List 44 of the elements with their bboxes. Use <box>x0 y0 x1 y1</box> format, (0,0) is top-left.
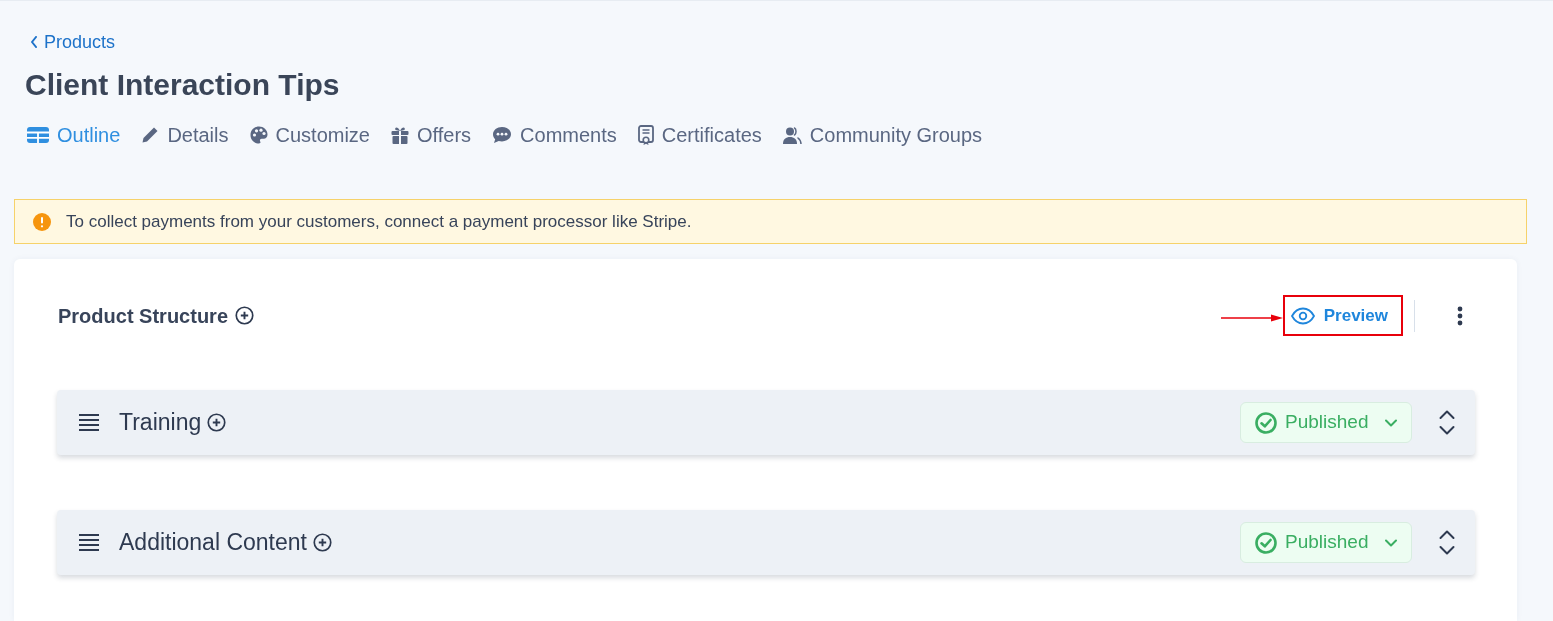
table-icon <box>27 127 49 143</box>
chevron-left-icon <box>30 36 38 48</box>
tab[interactable]: Outline <box>25 121 121 149</box>
preview-button[interactable]: Preview <box>1282 295 1403 336</box>
plus-circle-icon <box>207 413 227 432</box>
annotation-arrow <box>1220 313 1283 322</box>
more-vertical-icon <box>1457 305 1463 326</box>
tab[interactable]: Certificates <box>635 121 762 149</box>
users-icon <box>782 126 802 144</box>
drag-handle-icon <box>79 534 99 551</box>
chevron-down-icon <box>1385 538 1397 547</box>
add-button[interactable] <box>312 533 332 552</box>
check-circle-icon <box>1255 411 1277 434</box>
add-button[interactable] <box>207 413 227 432</box>
back-link[interactable]: Products <box>25 31 116 53</box>
section-title: Additional Content <box>119 528 307 558</box>
add-button[interactable] <box>235 306 255 325</box>
expand-collapse-button[interactable] <box>1439 530 1455 555</box>
tab[interactable]: Comments <box>490 121 617 149</box>
plus-circle-icon <box>235 306 255 325</box>
plus-circle-icon <box>312 533 332 552</box>
expand-collapse-button[interactable] <box>1439 410 1455 435</box>
eye-icon <box>1290 306 1315 325</box>
tab[interactable]: Community Groups <box>780 121 983 149</box>
drag-handle-icon <box>79 414 99 431</box>
tab[interactable]: Details <box>139 121 229 149</box>
palette-icon <box>249 126 268 144</box>
chat-bubble-icon <box>492 126 513 144</box>
warning-icon <box>33 212 51 231</box>
tab[interactable]: Offers <box>389 121 472 149</box>
section-title: Training <box>119 408 202 438</box>
status-dropdown[interactable]: Published <box>1240 522 1412 563</box>
chevron-down-icon <box>1385 418 1397 427</box>
certificate-icon <box>637 125 654 145</box>
section-heading: Product Structure <box>58 303 229 329</box>
warning-text: To collect payments from your customers, connect a payment processor like Stripe. <box>66 210 692 233</box>
chevron-up-down-icon <box>1439 530 1455 555</box>
page-title: Client Interaction Tips <box>25 67 341 103</box>
tab[interactable]: Customize <box>247 121 370 149</box>
check-circle-icon <box>1255 531 1277 554</box>
gift-icon <box>391 126 409 144</box>
chevron-up-down-icon <box>1439 410 1455 435</box>
status-dropdown[interactable]: Published <box>1240 402 1412 443</box>
pencil-icon <box>141 126 160 144</box>
